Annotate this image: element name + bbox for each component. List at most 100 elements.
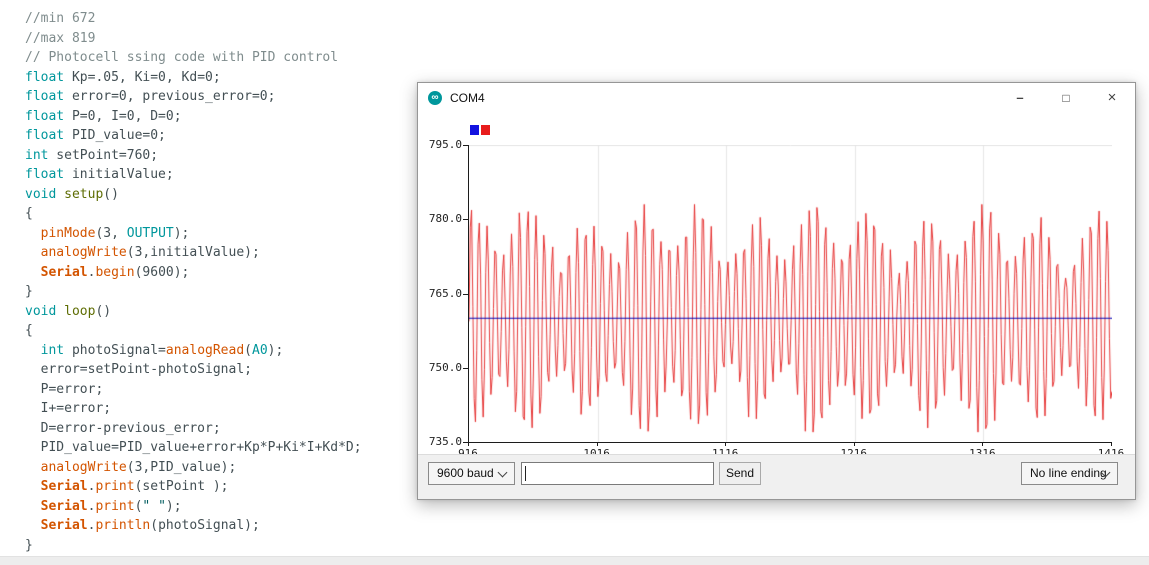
- code-line: void setup(): [25, 185, 362, 205]
- code-line: analogWrite(3,PID_value);: [25, 458, 362, 478]
- code-token-serial: Serial: [40, 498, 88, 514]
- serial-plotter-window: ∞ COM4 – □ × 795.0780.0765.0750.0735.091…: [417, 82, 1136, 500]
- code-token-plain: }: [25, 284, 33, 299]
- code-token-plain: P=error;: [25, 381, 104, 397]
- x-tick-mark: [597, 442, 598, 446]
- code-line: void loop(): [25, 302, 362, 322]
- code-line: error=setPoint-photoSignal;: [25, 360, 362, 380]
- serial-message-input[interactable]: [521, 462, 714, 485]
- y-tick-mark: [463, 293, 468, 295]
- code-line: {: [25, 321, 362, 341]
- code-line: float initialValue;: [25, 165, 362, 185]
- x-tick-mark: [982, 442, 983, 446]
- code-line: }: [25, 282, 362, 302]
- plot-region: 795.0780.0765.0750.0735.0916101611161216…: [418, 113, 1135, 460]
- code-token-function: println: [95, 518, 151, 533]
- line-ending-value: No line ending: [1030, 466, 1107, 480]
- code-token-plain: D=error-previous_error;: [25, 420, 221, 436]
- code-line: {: [25, 204, 362, 224]
- y-tick-label: 780.0: [428, 212, 462, 226]
- code-line: Serial.begin(9600);: [25, 263, 362, 283]
- y-tick-mark: [463, 367, 468, 369]
- serial-toolbar: 9600 baud Send No line ending: [418, 454, 1135, 499]
- legend-swatch-photoSignal: [481, 125, 490, 135]
- code-token-plain: PID_value=0;: [64, 128, 166, 143]
- code-token-keyword: int: [40, 342, 65, 358]
- arduino-icon: ∞: [428, 91, 442, 105]
- code-token-plain: (): [95, 303, 112, 319]
- code-token-comment: // Photocell ssing code with PID control: [25, 50, 339, 65]
- code-token-function: analogWrite: [40, 459, 127, 475]
- code-token-plain: (photoSignal);: [150, 518, 260, 533]
- code-token-function: begin: [95, 264, 135, 280]
- y-tick-label: 765.0: [428, 286, 462, 300]
- code-token-plain: (: [244, 342, 252, 358]
- code-token-comment: //max 819: [25, 30, 96, 46]
- code-token-plain: I+=error;: [25, 401, 112, 416]
- code-token-plain: initialValue;: [64, 167, 174, 182]
- x-axis-line: [468, 442, 1112, 443]
- code-token-plain: Kp=.05, Ki=0, Kd=0;: [64, 69, 221, 85]
- code-editor[interactable]: //min 672 //max 819 // Photocell ssing cod…: [25, 9, 362, 555]
- code-line: //max 819: [25, 29, 362, 49]
- bottom-strip: [0, 556, 1149, 565]
- code-line: int setPoint=760;: [25, 146, 362, 166]
- code-line: }: [25, 536, 362, 556]
- code-line: float error=0, previous_error=0;: [25, 87, 362, 107]
- code-token-funcdef: loop: [64, 303, 96, 319]
- y-axis-line: [468, 145, 469, 443]
- code-token-funcdef: setup: [64, 186, 104, 202]
- code-line: Serial.print(" ");: [25, 497, 362, 517]
- maximize-button[interactable]: □: [1043, 83, 1089, 113]
- code-line: D=error-previous_error;: [25, 419, 362, 439]
- code-token-plain: (3,: [95, 225, 127, 241]
- code-token-plain: (3,initialValue);: [126, 245, 260, 260]
- code-token-plain: (3,PID_value);: [126, 459, 237, 475]
- code-line: // Photocell ssing code with PID control: [25, 48, 362, 68]
- y-tick-mark: [463, 145, 468, 146]
- baud-rate-value: 9600 baud: [437, 466, 494, 480]
- code-token-constant: A0: [252, 342, 268, 358]
- chevron-down-icon: [497, 467, 508, 478]
- code-token-plain: (setPoint );: [134, 479, 229, 494]
- code-token-plain: error=0, previous_error=0;: [64, 89, 276, 104]
- code-token-function: analogWrite: [40, 245, 127, 260]
- code-token-comment: //min 672: [25, 11, 96, 26]
- code-line: pinMode(3, OUTPUT);: [25, 224, 362, 244]
- code-token-plain: );: [173, 225, 190, 241]
- code-token-plain: );: [267, 342, 284, 358]
- send-button[interactable]: Send: [719, 462, 761, 485]
- window-titlebar[interactable]: ∞ COM4 – □ ×: [418, 83, 1135, 113]
- close-button[interactable]: ×: [1089, 83, 1135, 113]
- baud-rate-select[interactable]: 9600 baud: [428, 462, 515, 485]
- code-token-plain: (9600);: [134, 264, 190, 280]
- code-token-keyword: float: [25, 69, 65, 85]
- x-tick-mark: [854, 442, 855, 446]
- chart-canvas: [469, 145, 1112, 442]
- y-tick-label: 750.0: [428, 360, 462, 374]
- code-token-plain: }: [25, 537, 33, 553]
- code-line: Serial.print(setPoint );: [25, 477, 362, 497]
- minimize-button[interactable]: –: [997, 83, 1043, 113]
- line-ending-select[interactable]: No line ending: [1021, 462, 1118, 485]
- code-token-plain: P=0, I=0, D=0;: [64, 108, 182, 124]
- code-token-keyword: float: [25, 89, 65, 104]
- code-line: analogWrite(3,initialValue);: [25, 243, 362, 263]
- code-token-keyword: void: [25, 186, 57, 202]
- window-title: COM4: [450, 91, 485, 105]
- plot-legend: [470, 125, 492, 135]
- code-token-plain: );: [165, 498, 182, 514]
- code-line: float Kp=.05, Ki=0, Kd=0;: [25, 68, 362, 88]
- code-token-plain: (): [103, 186, 119, 202]
- code-line: P=error;: [25, 380, 362, 400]
- text-caret: [525, 466, 526, 481]
- code-token-plain: setPoint=760;: [48, 147, 159, 163]
